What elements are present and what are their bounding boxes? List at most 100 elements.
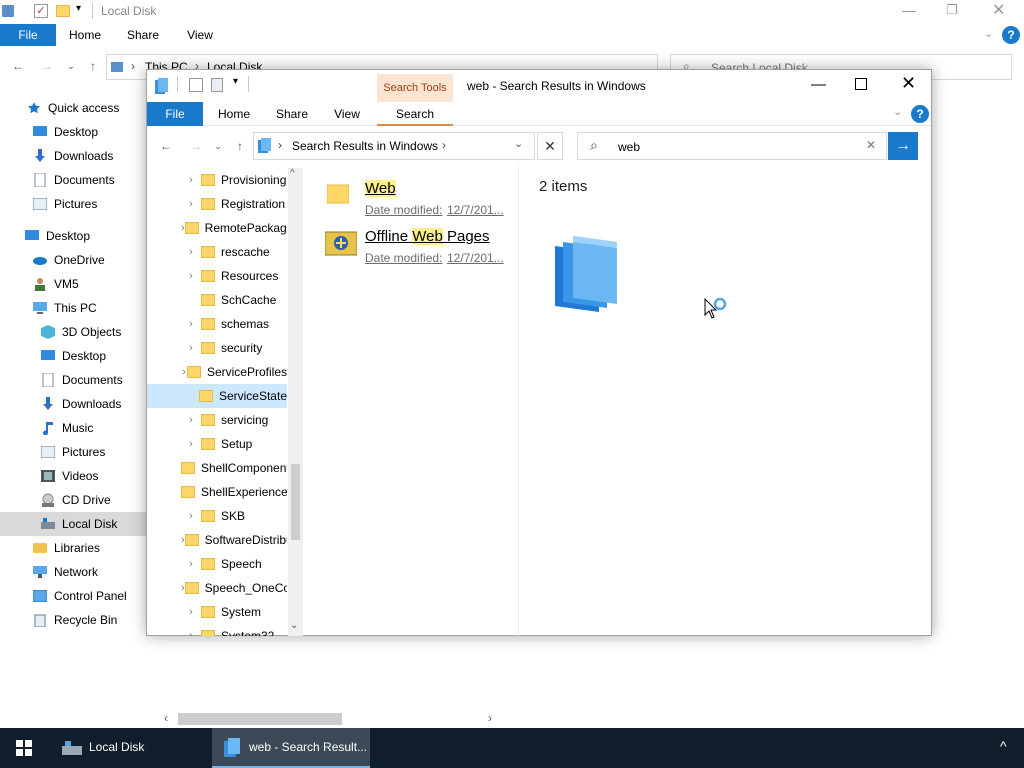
nav-desktop-pc[interactable]: Desktop [40, 344, 106, 368]
tree-item[interactable]: ›SoftwareDistribution [147, 528, 287, 552]
nav-user[interactable]: VM5 [32, 272, 79, 296]
tab-view[interactable]: View [322, 102, 372, 126]
close-button[interactable]: ✕ [992, 0, 1005, 20]
help-icon[interactable]: ? [911, 105, 929, 123]
taskbar-item-search-results[interactable]: web - Search Result... [212, 728, 370, 768]
tab-file[interactable]: File [147, 102, 203, 126]
restore-button[interactable]: ❐ [946, 2, 958, 18]
properties-icon[interactable]: ✓ [34, 4, 48, 18]
expand-chevron-icon[interactable]: › [181, 342, 201, 354]
nav-quick-access[interactable]: Quick access [26, 96, 119, 120]
breadcrumb-search-results[interactable]: Search Results in Windows [292, 139, 438, 153]
tab-search[interactable]: Search [377, 102, 453, 126]
nav-pictures[interactable]: Pictures [32, 192, 97, 216]
tree-item[interactable]: › servicing [147, 408, 287, 432]
close-button[interactable]: ✕ [901, 73, 916, 94]
nav-onedrive[interactable]: OneDrive [32, 248, 105, 272]
chevron-down-icon[interactable]: ⌄ [984, 27, 993, 40]
search-go-button[interactable]: → [888, 132, 918, 160]
expand-chevron-icon[interactable]: › [181, 606, 201, 618]
expand-chevron-icon[interactable]: › [181, 318, 201, 330]
tree-item[interactable]: SchCache [147, 288, 287, 312]
tree-item[interactable]: › Registration [147, 192, 287, 216]
back-arrow-icon[interactable]: ← [155, 130, 177, 162]
nav-videos[interactable]: Videos [40, 464, 98, 488]
address-bar[interactable]: › Search Results in Windows › ⌄ [253, 132, 535, 160]
qat-dropdown-icon[interactable]: ▾ [233, 76, 238, 87]
background-horizontal-scrollbar[interactable]: ‹ › [160, 710, 500, 728]
expand-chevron-icon[interactable]: › [181, 630, 201, 636]
tree-item[interactable]: › System [147, 600, 287, 624]
taskbar-item-local-disk[interactable]: Local Disk [50, 728, 210, 768]
nav-pictures-pc[interactable]: Pictures [40, 440, 105, 464]
scroll-right-icon[interactable]: › [488, 711, 492, 725]
properties-icon[interactable] [189, 78, 203, 92]
recent-locations-icon[interactable]: ⌄ [207, 130, 229, 162]
tab-share[interactable]: Share [118, 24, 168, 46]
tree-item[interactable]: ShellExperiences [147, 480, 287, 504]
nav-music[interactable]: Music [40, 416, 93, 440]
tab-home[interactable]: Home [60, 24, 110, 46]
qat-dropdown-icon[interactable]: ▾ [76, 3, 81, 14]
clear-search-icon[interactable]: ✕ [866, 138, 876, 152]
nav-recycle-bin[interactable]: Recycle Bin [32, 608, 117, 632]
minimize-button[interactable]: — [902, 2, 916, 18]
expand-chevron-icon[interactable]: › [181, 438, 201, 450]
tree-item[interactable]: ›Speech_OneCore [147, 576, 287, 600]
chevron-down-icon[interactable]: ⌄ [893, 105, 902, 118]
new-folder-icon[interactable] [56, 5, 70, 17]
search-box[interactable]: ⌕ web ✕ [577, 132, 887, 160]
nav-libraries[interactable]: Libraries [32, 536, 100, 560]
nav-control-panel[interactable]: Control Panel [32, 584, 127, 608]
maximize-button[interactable] [855, 78, 867, 90]
tab-file[interactable]: File [0, 24, 56, 46]
expand-chevron-icon[interactable]: › [181, 414, 201, 426]
expand-chevron-icon[interactable]: › [181, 270, 201, 282]
nav-this-pc[interactable]: This PC [32, 296, 97, 320]
tree-item[interactable]: › Speech [147, 552, 287, 576]
nav-3d-objects[interactable]: 3D Objects [40, 320, 121, 344]
scroll-thumb[interactable] [178, 713, 342, 725]
nav-downloads-pc[interactable]: Downloads [40, 392, 121, 416]
tree-item[interactable]: › Resources [147, 264, 287, 288]
up-arrow-icon[interactable]: ↑ [229, 130, 251, 162]
nav-documents-pc[interactable]: Documents [40, 368, 123, 392]
tree-item[interactable]: › Provisioning [147, 168, 287, 192]
tree-item[interactable]: › security [147, 336, 287, 360]
tree-item[interactable]: › ServiceProfiles [147, 360, 287, 384]
scroll-up-icon[interactable]: ^ [290, 168, 295, 179]
nav-downloads[interactable]: Downloads [32, 144, 113, 168]
nav-desktop[interactable]: Desktop [32, 120, 98, 144]
tab-view[interactable]: View [175, 24, 225, 46]
cancel-search-button[interactable]: ✕ [537, 132, 563, 160]
nav-documents[interactable]: Documents [32, 168, 115, 192]
nav-network[interactable]: Network [32, 560, 98, 584]
tab-home[interactable]: Home [209, 102, 259, 126]
up-arrow-icon[interactable]: ↑ [82, 50, 104, 82]
forward-arrow-icon[interactable]: → [185, 130, 207, 162]
recent-locations-icon[interactable]: ⌄ [60, 50, 82, 82]
expand-chevron-icon[interactable]: › [181, 174, 201, 186]
help-icon[interactable]: ? [1002, 26, 1020, 44]
tree-item[interactable]: › rescache [147, 240, 287, 264]
scroll-left-icon[interactable]: ‹ [164, 711, 168, 725]
tree-vertical-scrollbar[interactable]: ^ ⌄ [288, 168, 303, 636]
back-arrow-icon[interactable]: ← [7, 50, 29, 82]
expand-chevron-icon[interactable]: › [181, 558, 201, 570]
tree-item[interactable]: ServiceState [147, 384, 287, 408]
tree-item[interactable]: › schemas [147, 312, 287, 336]
search-query[interactable]: web [618, 140, 640, 154]
scroll-thumb[interactable] [291, 464, 300, 540]
minimize-button[interactable]: — [811, 76, 826, 93]
tree-item[interactable]: › Setup [147, 432, 287, 456]
tree-item[interactable]: › System32 [147, 624, 287, 636]
result-item[interactable]: Offline Web Pages Date modified: 12/7/20… [317, 224, 517, 270]
address-dropdown-icon[interactable]: ⌄ [514, 137, 523, 150]
show-hidden-icons-chevron-icon[interactable]: ^ [1000, 738, 1007, 754]
nav-cd-drive[interactable]: CD Drive [40, 488, 111, 512]
windows-start-icon[interactable] [16, 740, 32, 756]
tree-item[interactable]: ›RemotePackages [147, 216, 287, 240]
nav-local-disk[interactable]: Local Disk [0, 512, 146, 536]
expand-chevron-icon[interactable]: › [181, 510, 201, 522]
new-item-icon[interactable] [211, 78, 223, 92]
